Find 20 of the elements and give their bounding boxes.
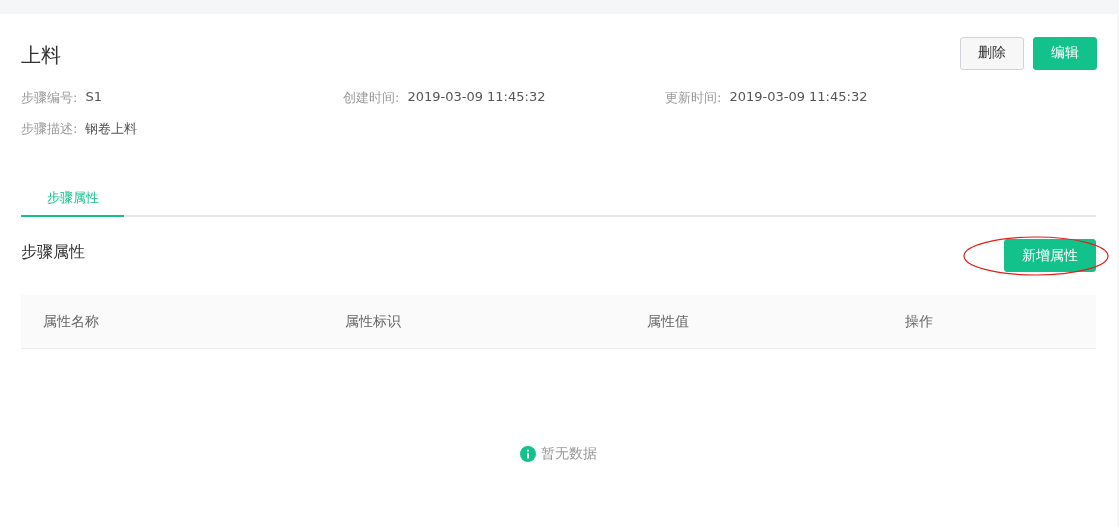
column-header: 操作: [904, 312, 934, 331]
field-label: 创建时间:: [343, 88, 400, 107]
add-attribute-button[interactable]: 新增属性: [1004, 239, 1096, 272]
empty-message: 暂无数据: [541, 445, 597, 463]
field-value: 2019-03-09 11:45:32: [407, 88, 546, 106]
delete-button[interactable]: 删除: [960, 36, 1024, 70]
edit-button[interactable]: 编辑: [1033, 36, 1097, 70]
info-icon: [520, 446, 536, 462]
field-label: 步骤编号:: [21, 88, 78, 107]
field-value: 钢卷上料: [85, 119, 138, 138]
field-value: S1: [85, 88, 102, 106]
section-title: 步骤属性: [21, 242, 85, 263]
tab[interactable]: 步骤属性: [21, 189, 124, 217]
field-label: 更新时间:: [665, 88, 722, 107]
column-header: 属性标识: [344, 312, 402, 331]
column-header: 属性值: [646, 312, 690, 331]
page-title: 上料: [21, 41, 61, 69]
field-label: 步骤描述:: [21, 119, 78, 138]
field-value: 2019-03-09 11:45:32: [729, 88, 868, 106]
column-header: 属性名称: [42, 312, 100, 331]
